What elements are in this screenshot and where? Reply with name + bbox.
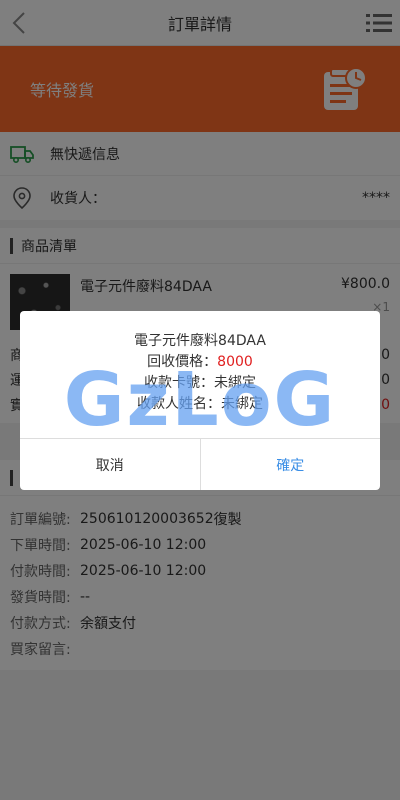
- cancel-button[interactable]: 取消: [20, 439, 201, 490]
- dialog-product-name: 電子元件廢料84DAA: [134, 333, 266, 349]
- watermark-logo: GzLoG: [63, 357, 337, 443]
- dialog-buttons: 取消 確定: [20, 439, 380, 490]
- confirm-button[interactable]: 確定: [201, 439, 381, 490]
